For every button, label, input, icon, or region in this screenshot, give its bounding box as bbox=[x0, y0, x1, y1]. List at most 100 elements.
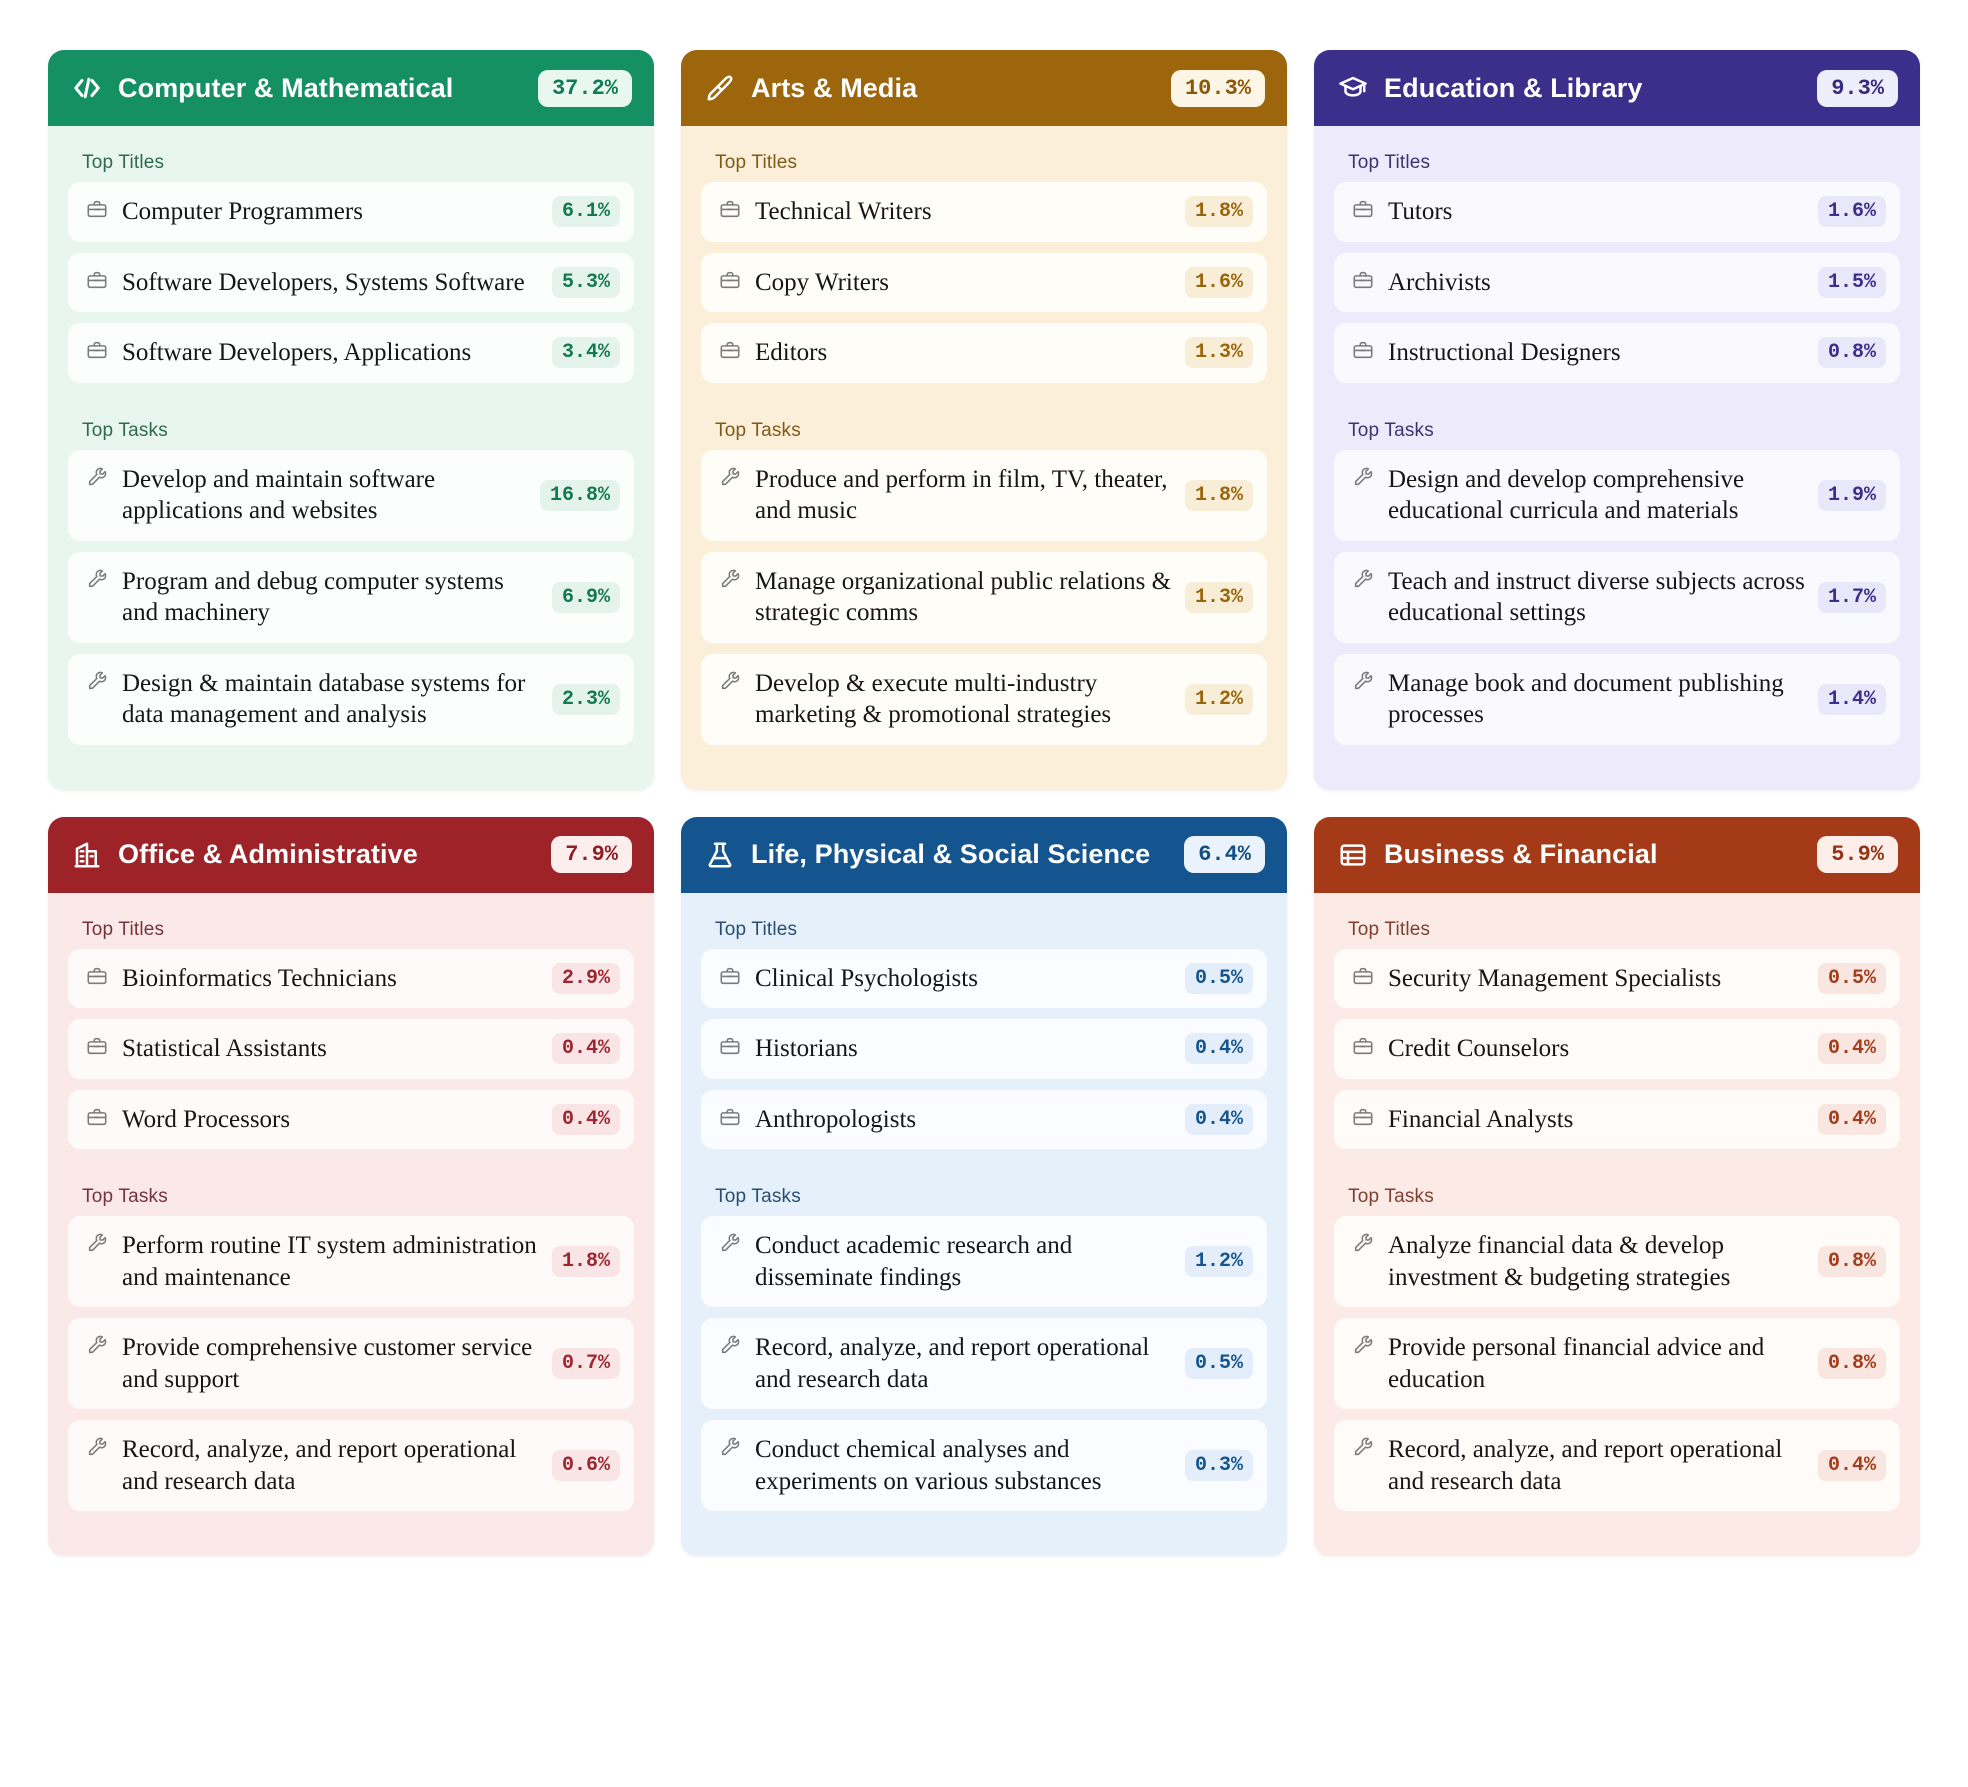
top-titles-label: Top Titles bbox=[82, 152, 165, 173]
task-row[interactable]: Analyze financial data & develop investm… bbox=[1334, 1216, 1900, 1307]
wrench-icon bbox=[86, 1230, 108, 1256]
title-row[interactable]: Statistical Assistants 0.4% bbox=[68, 1019, 634, 1079]
task-row-label: Perform routine IT system administration… bbox=[122, 1232, 537, 1291]
task-row-label: Teach and instruct diverse subjects acro… bbox=[1388, 567, 1805, 627]
title-row-label: Credit Counselors bbox=[1388, 1035, 1570, 1062]
category-card-computer-mathematical: Computer & Mathematical 37.2% Top Titles Co… bbox=[48, 50, 654, 790]
wrench-icon bbox=[86, 1434, 108, 1460]
title-row-content: Statistical Assistants bbox=[86, 1033, 327, 1065]
task-row[interactable]: Program and debug computer systems and m… bbox=[68, 551, 634, 643]
title-row-percent: 0.4% bbox=[1184, 1103, 1253, 1135]
flask-icon bbox=[705, 840, 735, 870]
title-row[interactable]: Credit Counselors 0.4% bbox=[1334, 1019, 1900, 1079]
category-card-grid: Computer & Mathematical 37.2% Top Titles Co… bbox=[0, 0, 1968, 1616]
wrench-icon bbox=[1352, 464, 1374, 490]
category-card-arts-media: Arts & Media 10.3% Top Titles Technical Wri… bbox=[681, 50, 1287, 790]
task-row-content: Conduct academic research and disseminat… bbox=[719, 1230, 1175, 1293]
category-card-education-library: Education & Library 9.3% Top Titles Tutors 1… bbox=[1314, 50, 1920, 790]
title-row-content: Computer Programmers bbox=[86, 196, 363, 228]
task-row-percent: 2.3% bbox=[551, 683, 620, 715]
briefcase-icon bbox=[1352, 196, 1374, 222]
task-row[interactable]: Conduct chemical analyses and experiment… bbox=[701, 1420, 1267, 1511]
task-row-label: Record, analyze, and report operational … bbox=[122, 1436, 517, 1495]
title-row[interactable]: Copy Writers 1.6% bbox=[701, 252, 1267, 312]
title-row-label: Clinical Psychologists bbox=[755, 964, 978, 992]
card-percent-badge: 37.2% bbox=[537, 69, 632, 107]
task-row-percent: 1.2% bbox=[1184, 1246, 1253, 1277]
title-row[interactable]: Editors 1.3% bbox=[701, 323, 1267, 383]
task-row-content: Record, analyze, and report operational … bbox=[86, 1434, 542, 1497]
task-row[interactable]: Develop & execute multi-industry marketi… bbox=[701, 653, 1267, 745]
title-row[interactable]: Security Management Specialists 0.5% bbox=[1334, 948, 1900, 1008]
task-row[interactable]: Provide personal financial advice and ed… bbox=[1334, 1318, 1900, 1409]
title-row[interactable]: Historians 0.4% bbox=[701, 1019, 1267, 1079]
card-body: Top Titles Bioinformatics Technicians 2.9%… bbox=[48, 892, 654, 1556]
task-row-label: Design & maintain database systems for d… bbox=[122, 669, 526, 729]
title-row-label: Software Developers, Applications bbox=[122, 339, 472, 366]
category-card-business-financial: Business & Financial 5.9% Top Titles Securi… bbox=[1314, 816, 1920, 1556]
task-row[interactable]: Produce and perform in film, TV, theater… bbox=[701, 449, 1267, 541]
task-row-label: Provide personal financial advice and ed… bbox=[1388, 1334, 1765, 1393]
task-row-percent: 16.8% bbox=[539, 479, 620, 511]
task-row[interactable]: Design and develop comprehensive educati… bbox=[1334, 449, 1900, 541]
card-header-left: Computer & Mathematical bbox=[72, 73, 453, 104]
title-row-label: Bioinformatics Technicians bbox=[122, 964, 397, 992]
title-row[interactable]: Financial Analysts 0.4% bbox=[1334, 1089, 1900, 1149]
title-row[interactable]: Bioinformatics Technicians 2.9% bbox=[68, 948, 634, 1008]
task-row[interactable]: Record, analyze, and report operational … bbox=[1334, 1420, 1900, 1511]
title-row[interactable]: Word Processors 0.4% bbox=[68, 1089, 634, 1149]
task-row-percent: 1.7% bbox=[1817, 581, 1886, 613]
title-row[interactable]: Archivists 1.5% bbox=[1334, 252, 1900, 312]
task-row[interactable]: Manage organizational public relations &… bbox=[701, 551, 1267, 643]
title-row-label: Copy Writers bbox=[755, 268, 889, 296]
task-row[interactable]: Record, analyze, and report operational … bbox=[701, 1318, 1267, 1409]
paintbrush-icon bbox=[705, 73, 735, 103]
top-titles-label: Top Titles bbox=[715, 152, 798, 173]
card-body: Top Titles Tutors 1.6% Archivists 1.5% Instru… bbox=[1314, 126, 1920, 790]
title-row-content: Software Developers, Applications bbox=[86, 337, 471, 369]
title-row-label: Software Developers, Systems Software bbox=[122, 268, 525, 296]
task-row[interactable]: Conduct academic research and disseminat… bbox=[701, 1216, 1267, 1307]
task-row-content: Record, analyze, and report operational … bbox=[1352, 1434, 1808, 1497]
title-row-content: Clinical Psychologists bbox=[719, 963, 978, 995]
briefcase-icon bbox=[719, 1033, 741, 1059]
task-row-label: Manage organizational public relations &… bbox=[755, 567, 1172, 627]
card-body: Top Titles Technical Writers 1.8% Copy Writ… bbox=[681, 126, 1287, 790]
title-row-label: Financial Analysts bbox=[1388, 1105, 1574, 1133]
task-row[interactable]: Teach and instruct diverse subjects acro… bbox=[1334, 551, 1900, 643]
briefcase-icon bbox=[1352, 963, 1374, 989]
top-titles-label: Top Titles bbox=[82, 918, 165, 940]
wrench-icon bbox=[1352, 1230, 1374, 1256]
wrench-icon bbox=[1352, 566, 1374, 592]
top-titles-label: Top Titles bbox=[715, 918, 798, 940]
task-row[interactable]: Design & maintain database systems for d… bbox=[68, 653, 634, 745]
title-row-content: Copy Writers bbox=[719, 267, 889, 299]
task-row[interactable]: Manage book and document publishing proc… bbox=[1334, 653, 1900, 745]
task-row[interactable]: Provide comprehensive customer service a… bbox=[68, 1318, 634, 1409]
title-row-content: Software Developers, Systems Software bbox=[86, 267, 525, 299]
task-row-label: Conduct chemical analyses and experiment… bbox=[755, 1436, 1102, 1495]
code-icon bbox=[72, 73, 102, 103]
task-row[interactable]: Perform routine IT system administration… bbox=[68, 1216, 634, 1307]
title-row[interactable]: Technical Writers 1.8% bbox=[701, 182, 1267, 242]
title-row-percent: 1.3% bbox=[1184, 337, 1253, 369]
building-icon bbox=[72, 840, 102, 870]
task-row-percent: 1.9% bbox=[1817, 479, 1886, 511]
title-row[interactable]: Software Developers, Applications 3.4% bbox=[68, 323, 634, 383]
briefcase-icon bbox=[86, 337, 108, 363]
title-row[interactable]: Instructional Designers 0.8% bbox=[1334, 323, 1900, 383]
task-row-percent: 1.8% bbox=[1184, 479, 1253, 511]
task-row-label: Record, analyze, and report operational … bbox=[755, 1334, 1150, 1393]
title-row[interactable]: Computer Programmers 6.1% bbox=[68, 182, 634, 242]
title-row[interactable]: Tutors 1.6% bbox=[1334, 182, 1900, 242]
task-row-percent: 0.8% bbox=[1817, 1246, 1886, 1277]
title-row-content: Bioinformatics Technicians bbox=[86, 963, 397, 995]
title-row[interactable]: Software Developers, Systems Software 5.3… bbox=[68, 252, 634, 312]
title-row-label: Security Management Specialists bbox=[1388, 964, 1722, 992]
card-percent-badge: 7.9% bbox=[551, 836, 632, 873]
task-row-label: Provide comprehensive customer service a… bbox=[122, 1334, 533, 1393]
title-row[interactable]: Clinical Psychologists 0.5% bbox=[701, 948, 1267, 1008]
task-row[interactable]: Develop and maintain software applicatio… bbox=[68, 449, 634, 541]
task-row[interactable]: Record, analyze, and report operational … bbox=[68, 1420, 634, 1511]
title-row[interactable]: Anthropologists 0.4% bbox=[701, 1089, 1267, 1149]
